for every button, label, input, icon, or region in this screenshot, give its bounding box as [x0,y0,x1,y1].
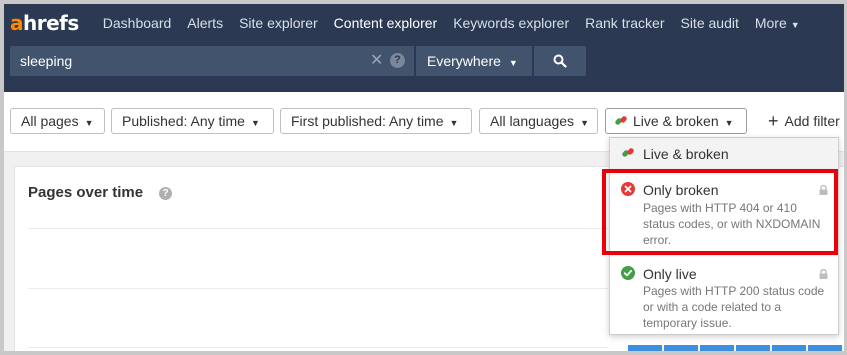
card-title: Pages over time [28,184,144,201]
caret-down-icon: ▼ [580,118,589,128]
close-icon[interactable]: ✕ [370,52,383,70]
nav-alerts[interactable]: Alerts [187,15,223,31]
nav-keywords-explorer[interactable]: Keywords explorer [453,15,569,31]
nav-content-explorer[interactable]: Content explorer [334,15,438,31]
filter-published[interactable]: Published: Any time ▼ [111,108,274,134]
plus-icon: + [768,111,779,131]
ahrefs-logo[interactable]: a hrefs [10,11,79,35]
chart-bar [700,345,734,351]
nav-rank-tracker[interactable]: Rank tracker [585,15,664,31]
chart-gridline [28,347,608,348]
nav-site-audit[interactable]: Site audit [680,15,738,31]
scope-select-label: Everywhere [427,53,501,69]
question-icon[interactable]: ? [159,187,172,200]
caret-down-icon: ▼ [449,118,459,128]
filter-live-broken-label: Live & broken [633,113,719,129]
chart-bar [808,345,842,351]
caret-down-icon: ▼ [84,118,94,128]
filter-all-pages-label: All pages [21,113,79,129]
filter-languages[interactable]: All languages ▼ [479,108,598,134]
top-nav: a hrefs Dashboard Alerts Site explorer Co… [4,4,844,42]
chart-bar [628,345,662,351]
chart-bar [736,345,770,351]
chart-gridline [28,228,608,229]
caret-down-icon: ▼ [790,20,800,30]
option-only-live-label: Only live [643,266,697,282]
lock-icon [819,269,828,279]
link-icon [622,148,634,157]
chart-bar [772,345,806,351]
search-button[interactable] [534,46,586,76]
caret-down-icon: ▼ [508,58,518,68]
chart-gridline [28,288,608,289]
chart-bars [598,337,844,351]
caret-down-icon: ▼ [724,118,734,128]
option-only-live-description: Pages with HTTP 200 status code or with … [643,284,825,330]
filter-all-pages[interactable]: All pages ▼ [10,108,105,134]
nav-more[interactable]: More ▼ [755,15,800,31]
search-input[interactable] [10,46,414,76]
scope-select[interactable]: Everywhere ▼ [416,46,532,76]
add-filter-button[interactable]: + Add filter [768,108,840,134]
option-live-broken[interactable]: Live & broken [610,138,838,168]
nav-dashboard[interactable]: Dashboard [103,15,172,31]
highlight-box [602,169,838,255]
option-only-live[interactable]: Only live Pages with HTTP 200 status cod… [610,256,838,336]
filter-first-published[interactable]: First published: Any time ▼ [280,108,472,134]
option-live-broken-label: Live & broken [643,146,729,162]
link-icon [615,116,627,125]
search-icon [553,54,567,68]
filter-first-published-label: First published: Any time [291,113,444,129]
chart-bar [664,345,698,351]
filter-languages-label: All languages [490,113,575,129]
check-icon [621,266,635,280]
app-frame: a hrefs Dashboard Alerts Site explorer Co… [0,0,847,355]
nav-site-explorer[interactable]: Site explorer [239,15,318,31]
search-bar: ✕ ? Everywhere ▼ [4,42,844,92]
question-icon[interactable]: ? [390,53,405,68]
filter-live-broken[interactable]: Live & broken ▼ [605,108,747,134]
caret-down-icon: ▼ [250,118,260,128]
nav-more-label: More [754,15,787,31]
filter-published-label: Published: Any time [122,113,245,129]
add-filter-label: Add filter [784,113,840,129]
